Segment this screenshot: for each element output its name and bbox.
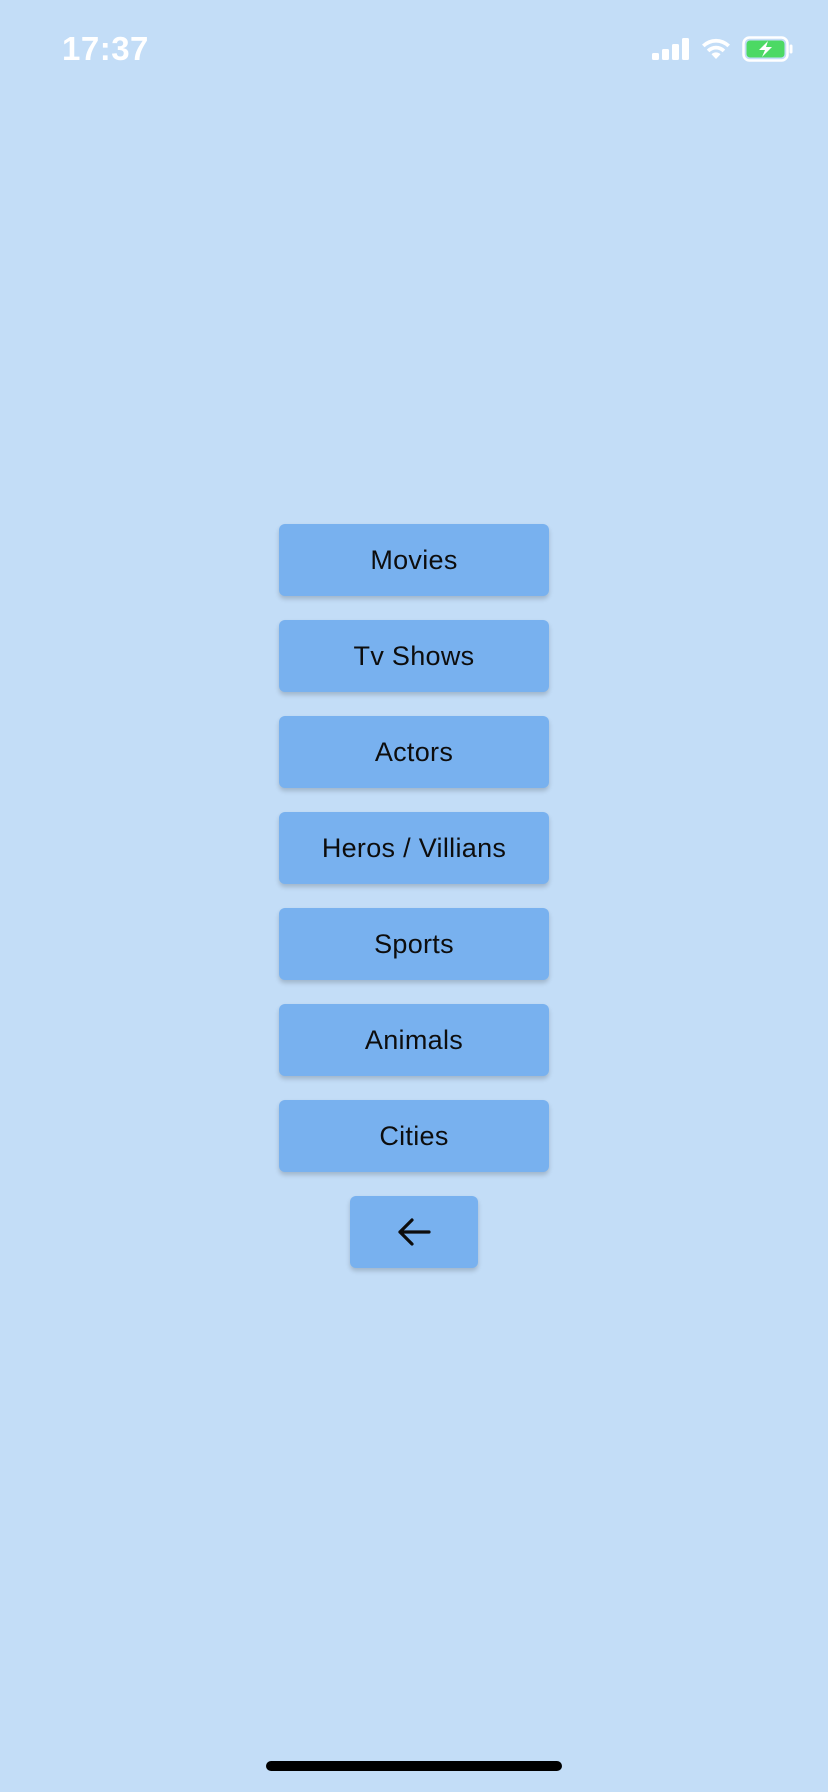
status-icons [652,34,794,64]
movies-button-label: Movies [370,544,458,575]
category-menu: Movies Tv Shows Actors Heros / Villians … [279,524,549,1196]
sports-button-label: Sports [374,928,454,959]
battery-charging-icon [742,36,793,62]
arrow-left-icon [398,1218,431,1246]
cities-button[interactable]: Cities [279,1100,549,1172]
signal-icon [652,38,689,60]
heros-villians-button-label: Heros / Villians [321,832,507,863]
movies-button[interactable]: Movies [279,524,549,596]
tv-shows-button[interactable]: Tv Shows [279,620,549,692]
home-indicator[interactable] [266,1761,562,1771]
status-bar: 17:37 [0,0,828,100]
status-time: 17:37 [62,30,149,67]
tv-shows-button-label: Tv Shows [353,640,475,671]
animals-button-label: Animals [364,1024,464,1055]
wifi-icon [702,38,730,59]
heros-villians-button[interactable]: Heros / Villians [279,812,549,884]
cities-button-label: Cities [379,1120,449,1151]
animals-button[interactable]: Animals [279,1004,549,1076]
back-button[interactable] [350,1196,478,1268]
sports-button[interactable]: Sports [279,908,549,980]
actors-button[interactable]: Actors [279,716,549,788]
actors-button-label: Actors [374,736,454,767]
